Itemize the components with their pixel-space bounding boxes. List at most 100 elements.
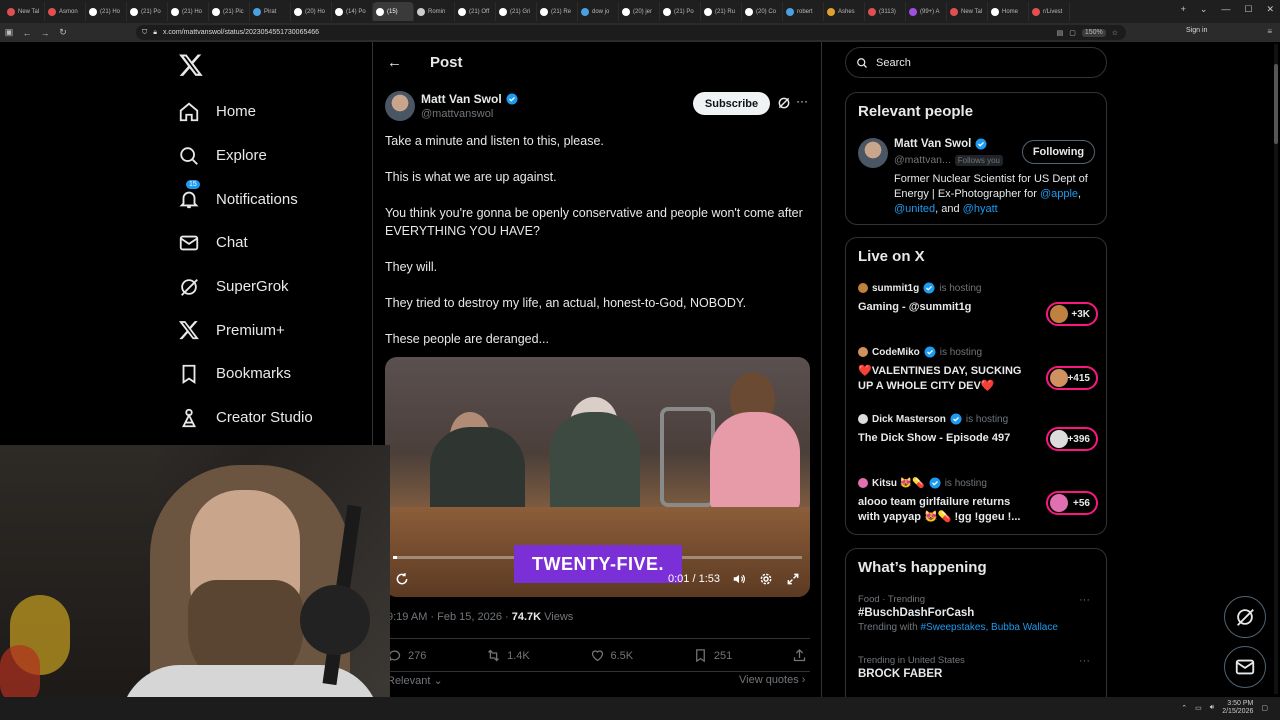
star-icon[interactable]: ☆ bbox=[1112, 29, 1118, 37]
nav-item-creator-studio[interactable]: Creator Studio bbox=[178, 396, 313, 440]
x-logo-icon[interactable] bbox=[178, 52, 204, 78]
browser-tab[interactable]: Pirat bbox=[250, 2, 291, 21]
avatar[interactable] bbox=[385, 91, 415, 121]
avatar[interactable] bbox=[858, 138, 888, 168]
repost-button[interactable]: 1.4K bbox=[486, 648, 530, 663]
browser-tab[interactable]: New Tal bbox=[4, 2, 45, 21]
scrollbar-thumb[interactable] bbox=[1274, 64, 1278, 144]
zoom-level[interactable]: 150% bbox=[1081, 28, 1106, 37]
nav-item-premium[interactable]: Premium+ bbox=[178, 308, 313, 352]
mention-link[interactable]: @apple bbox=[1040, 188, 1078, 200]
subscribe-button[interactable]: Subscribe bbox=[693, 92, 770, 115]
nav-item-explore[interactable]: Explore bbox=[178, 134, 313, 178]
post-author[interactable]: Matt Van Swol @mattvanswol bbox=[385, 91, 518, 121]
author-handle[interactable]: @mattvanswol bbox=[421, 108, 518, 120]
trend-item[interactable]: Trending in United States BROCK FABER ··… bbox=[858, 655, 1098, 680]
live-item[interactable]: CodeMiko is hosting ❤️VALENTINES DAY, SUC… bbox=[858, 346, 1098, 394]
search-input[interactable]: Search bbox=[845, 47, 1107, 78]
live-item[interactable]: Dick Masterson is hosting The Dick Show -… bbox=[858, 413, 1098, 451]
nav-item-bookmarks[interactable]: Bookmarks bbox=[178, 352, 313, 396]
browser-tab[interactable]: (20) Ho bbox=[291, 2, 332, 21]
mention-link[interactable]: @hyatt bbox=[963, 203, 998, 215]
volume-icon[interactable]: 🔊︎ bbox=[1210, 704, 1214, 712]
relevant-person-name[interactable]: Matt Van Swol bbox=[894, 138, 987, 150]
like-button[interactable]: 6.5K bbox=[590, 648, 633, 663]
nav-item-notifications[interactable]: 15 Notifications bbox=[178, 177, 313, 221]
sidebar-toggle-icon[interactable]: ▣ bbox=[0, 27, 18, 38]
volume-icon[interactable] bbox=[732, 572, 746, 586]
browser-tab[interactable]: Romin bbox=[414, 2, 455, 21]
network-icon[interactable]: ▭ bbox=[1195, 704, 1202, 712]
nav-item-chat[interactable]: Chat bbox=[178, 221, 313, 265]
reply-sort-dropdown[interactable]: Relevant ⌄ bbox=[387, 674, 443, 687]
browser-tab[interactable]: (21) Ru bbox=[701, 2, 742, 21]
trend-item[interactable]: Food · Trending #BuschDashForCash Trendi… bbox=[858, 594, 1098, 633]
post-timestamp[interactable]: 9:19 AM · Feb 15, 2026 · bbox=[387, 611, 512, 623]
messages-floating-button[interactable] bbox=[1224, 646, 1266, 688]
tab-list-icon[interactable]: ⌄ bbox=[1200, 4, 1208, 15]
live-listener-count[interactable]: +56 bbox=[1046, 491, 1098, 515]
minimize-button[interactable]: — bbox=[1221, 4, 1230, 15]
address-bar[interactable]: ⛉ 🔒︎ x.com/mattvanswol/status/2023054551… bbox=[136, 25, 1126, 40]
browser-tab[interactable]: (20) jer bbox=[619, 2, 660, 21]
browser-tab[interactable]: robert bbox=[783, 2, 824, 21]
browser-tab[interactable]: (99+) A bbox=[906, 2, 947, 21]
live-listener-count[interactable]: +3K bbox=[1046, 302, 1098, 326]
grok-icon[interactable] bbox=[777, 96, 791, 110]
browser-tab[interactable]: (21) Gri bbox=[496, 2, 537, 21]
page-scrollbar[interactable] bbox=[1274, 44, 1278, 694]
browser-tab[interactable]: (21) Po bbox=[660, 2, 701, 21]
share-button[interactable] bbox=[792, 648, 807, 663]
browser-tab[interactable]: (21) Off bbox=[455, 2, 496, 21]
following-button[interactable]: Following bbox=[1022, 140, 1095, 164]
browser-tab[interactable]: Asmon bbox=[45, 2, 86, 21]
browser-tab[interactable]: New Tal bbox=[947, 2, 988, 21]
chevron-up-icon[interactable]: ⌃ bbox=[1181, 704, 1187, 712]
bookmark-button[interactable]: 251 bbox=[693, 648, 732, 663]
browser-tab[interactable]: (15) bbox=[373, 2, 414, 21]
mention-link[interactable]: @united bbox=[894, 203, 935, 215]
browser-tab[interactable]: r/Livest bbox=[1029, 2, 1070, 21]
browser-tab[interactable]: (3113) bbox=[865, 2, 906, 21]
video-player[interactable]: TWENTY-FIVE. 0:01 / 1:53 bbox=[385, 357, 810, 597]
back-arrow-icon[interactable]: ← bbox=[387, 54, 402, 71]
live-listener-count[interactable]: +396 bbox=[1046, 427, 1098, 451]
nav-item-home[interactable]: Home bbox=[178, 90, 313, 134]
forward-button[interactable]: → bbox=[36, 28, 54, 38]
browser-tab[interactable]: Ashes bbox=[824, 2, 865, 21]
reply-button[interactable]: 276 bbox=[387, 648, 426, 663]
more-options-icon[interactable]: ··· bbox=[1079, 594, 1090, 606]
replay-icon[interactable] bbox=[395, 572, 409, 586]
browser-tab[interactable]: (21) Ho bbox=[86, 2, 127, 21]
author-name[interactable]: Matt Van Swol bbox=[421, 92, 502, 106]
reload-button[interactable]: ↻ bbox=[54, 27, 72, 38]
more-options-icon[interactable]: ··· bbox=[1079, 655, 1090, 667]
browser-sign-in[interactable]: Sign in bbox=[1186, 27, 1207, 34]
more-options-icon[interactable]: ··· bbox=[796, 94, 808, 108]
live-item[interactable]: Kitsu 😻💊 is hosting alooo team girlfailur… bbox=[858, 477, 1098, 525]
browser-tab[interactable]: (21) Ho bbox=[168, 2, 209, 21]
back-button[interactable]: ← bbox=[18, 28, 36, 38]
new-tab-button[interactable]: + bbox=[1181, 4, 1186, 15]
close-window-button[interactable]: ✕ bbox=[1266, 4, 1274, 15]
maximize-button[interactable]: ☐ bbox=[1244, 4, 1252, 15]
browser-tab[interactable]: Home bbox=[988, 2, 1029, 21]
browser-tab[interactable]: (20) Co bbox=[742, 2, 783, 21]
browser-tab[interactable]: (21) Re bbox=[537, 2, 578, 21]
fullscreen-icon[interactable] bbox=[786, 572, 800, 586]
nav-item-supergrok[interactable]: SuperGrok bbox=[178, 265, 313, 309]
trending-with-tags[interactable]: #Sweepstakes, Bubba Wallace bbox=[920, 622, 1058, 633]
grok-floating-button[interactable] bbox=[1224, 596, 1266, 638]
live-listener-count[interactable]: +415 bbox=[1046, 366, 1098, 390]
view-quotes-link[interactable]: View quotes › bbox=[739, 674, 805, 686]
settings-gear-icon[interactable] bbox=[759, 572, 773, 586]
reader-icon[interactable]: ▤ bbox=[1057, 29, 1064, 37]
system-clock[interactable]: 3:50 PM 2/15/2026 bbox=[1222, 700, 1253, 716]
browser-menu-icon[interactable]: ≡ bbox=[1267, 27, 1272, 36]
live-item[interactable]: summit1g is hosting Gaming - @summit1g +3… bbox=[858, 282, 1098, 326]
browser-tab[interactable]: (21) Po bbox=[127, 2, 168, 21]
browser-tab[interactable]: (21) Pic bbox=[209, 2, 250, 21]
browser-tab[interactable]: dow jo bbox=[578, 2, 619, 21]
browser-tab[interactable]: (14) Po bbox=[332, 2, 373, 21]
person-handle[interactable]: @mattvan... bbox=[894, 154, 951, 166]
